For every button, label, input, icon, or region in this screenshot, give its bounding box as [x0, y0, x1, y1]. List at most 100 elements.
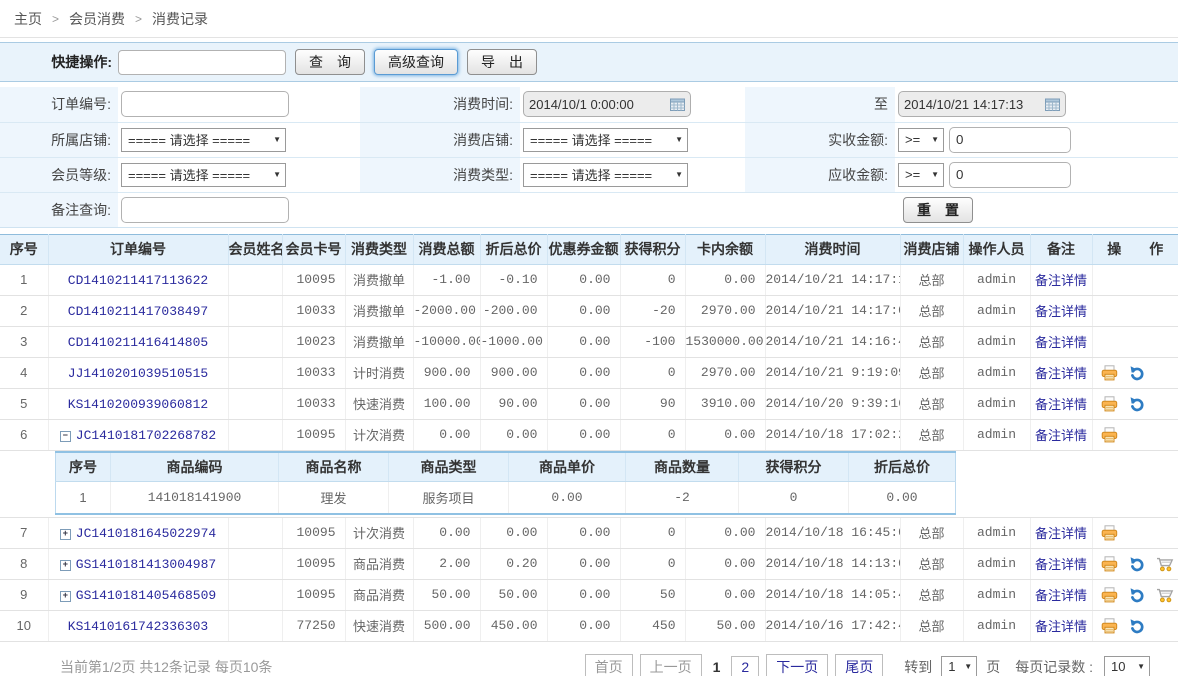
col-header-balance: 卡内余额 [685, 234, 765, 264]
remark-detail-link[interactable]: 备注详情 [1035, 428, 1087, 443]
member-level-select[interactable]: ===== 请选择 =====▼ [121, 163, 286, 187]
cell-total: 0.00 [413, 419, 480, 450]
cell-coupon: 0.00 [547, 419, 620, 450]
chevron-down-icon: ▼ [675, 170, 683, 179]
remark-detail-link[interactable]: 备注详情 [1035, 335, 1087, 350]
breadcrumb-member-consume[interactable]: 会员消费 [69, 9, 125, 29]
paid-amount-op-select[interactable]: >=▼ [898, 128, 944, 152]
expand-row-toggle[interactable]: + [60, 529, 71, 540]
consume-type-select[interactable]: ===== 请选择 =====▼ [523, 163, 688, 187]
cart-icon[interactable] [1156, 587, 1174, 603]
cell-points: 0 [620, 548, 685, 579]
calendar-icon[interactable] [670, 98, 685, 111]
order-no-link[interactable]: KS1410161742336303 [68, 619, 208, 634]
print-icon[interactable] [1101, 396, 1118, 412]
cell-time: 2014/10/18 14:05:46 [765, 579, 900, 610]
receivable-amount-input[interactable] [949, 162, 1071, 188]
print-icon[interactable] [1101, 618, 1118, 634]
table-row: 4JJ141020103951051510033计时消费900.00900.00… [0, 357, 1178, 388]
print-icon[interactable] [1101, 365, 1118, 381]
perpage-select[interactable]: 10▼ [1104, 656, 1150, 676]
subtable-cell-7: 0.00 [849, 482, 956, 514]
cell-points: 0 [620, 357, 685, 388]
consume-time-from-field[interactable]: 2014/10/1 0:00:00 [523, 91, 691, 117]
cell-time: 2014/10/21 14:16:41 [765, 326, 900, 357]
cell-member_name [228, 326, 282, 357]
refresh-icon[interactable] [1129, 587, 1145, 603]
goto-page-select[interactable]: 1▼ [941, 656, 977, 676]
cell-seq: 2 [0, 295, 48, 326]
cell-store: 总部 [900, 326, 963, 357]
cell-operator: admin [963, 264, 1030, 295]
cell-ops [1092, 357, 1178, 388]
page-button-尾页[interactable]: 尾页 [835, 654, 883, 676]
remark-detail-link[interactable]: 备注详情 [1035, 557, 1087, 572]
cell-balance: 3910.00 [685, 388, 765, 419]
print-icon[interactable] [1101, 556, 1118, 572]
consume-store-select[interactable]: ===== 请选择 =====▼ [523, 128, 688, 152]
order-no-link[interactable]: CD1410211416414805 [68, 335, 208, 350]
expand-row-toggle[interactable]: + [60, 560, 71, 571]
refresh-icon[interactable] [1129, 365, 1145, 381]
cell-time: 2014/10/18 14:13:00 [765, 548, 900, 579]
cell-total: -1.00 [413, 264, 480, 295]
cell-ops [1092, 548, 1178, 579]
quick-search-input[interactable] [118, 50, 286, 75]
print-icon[interactable] [1101, 427, 1118, 443]
col-header-ops: 操 作 [1092, 234, 1178, 264]
page-button-首页[interactable]: 首页 [585, 654, 633, 676]
col-header-remark: 备注 [1030, 234, 1092, 264]
order-no-link[interactable]: JJ1410201039510515 [68, 366, 208, 381]
consume-time-to-label: 至 [745, 87, 895, 122]
print-icon[interactable] [1101, 587, 1118, 603]
print-icon[interactable] [1101, 525, 1118, 541]
consume-time-to-field[interactable]: 2014/10/21 14:17:13 [898, 91, 1066, 117]
order-no-link[interactable]: GS1410181413004987 [76, 557, 216, 572]
page-button-2[interactable]: 2 [731, 656, 759, 676]
cell-card_no: 10095 [282, 579, 345, 610]
cart-icon[interactable] [1156, 556, 1174, 572]
remark-detail-link[interactable]: 备注详情 [1035, 397, 1087, 412]
collapse-row-toggle[interactable]: − [60, 431, 71, 442]
reset-button[interactable]: 重 置 [903, 197, 973, 223]
page-button-上一页[interactable]: 上一页 [640, 654, 702, 676]
chevron-down-icon: ▼ [964, 662, 972, 671]
query-button[interactable]: 查 询 [295, 49, 365, 75]
cell-remark: 备注详情 [1030, 419, 1092, 450]
cell-member_name [228, 388, 282, 419]
remark-detail-link[interactable]: 备注详情 [1035, 619, 1087, 634]
cell-remark: 备注详情 [1030, 264, 1092, 295]
refresh-icon[interactable] [1129, 556, 1145, 572]
cell-points: 0 [620, 419, 685, 450]
remark-detail-link[interactable]: 备注详情 [1035, 588, 1087, 603]
remark-detail-link[interactable]: 备注详情 [1035, 273, 1087, 288]
order-no-link[interactable]: JC1410181702268782 [76, 428, 216, 443]
breadcrumb-home[interactable]: 主页 [14, 9, 42, 29]
remark-query-input[interactable] [121, 197, 289, 223]
order-no-link[interactable]: CD1410211417038497 [68, 304, 208, 319]
cell-time: 2014/10/18 16:45:02 [765, 517, 900, 548]
order-no-label: 订单编号: [0, 87, 118, 122]
remark-detail-link[interactable]: 备注详情 [1035, 366, 1087, 381]
expand-row-toggle[interactable]: + [60, 591, 71, 602]
calendar-icon[interactable] [1045, 98, 1060, 111]
advanced-query-button[interactable]: 高级查询 [374, 49, 458, 75]
page-button-下一页[interactable]: 下一页 [766, 654, 828, 676]
paid-amount-input[interactable] [949, 127, 1071, 153]
remark-detail-link[interactable]: 备注详情 [1035, 304, 1087, 319]
cell-order_no: KS1410161742336303 [48, 610, 228, 641]
order-no-input[interactable] [121, 91, 289, 117]
order-no-link[interactable]: JC1410181645022974 [76, 526, 216, 541]
subtable-cell-4: 0.00 [509, 482, 626, 514]
cell-type: 计次消费 [345, 517, 413, 548]
export-button[interactable]: 导 出 [467, 49, 537, 75]
own-store-select[interactable]: ===== 请选择 =====▼ [121, 128, 286, 152]
refresh-icon[interactable] [1129, 396, 1145, 412]
cell-remark: 备注详情 [1030, 548, 1092, 579]
order-no-link[interactable]: KS1410200939060812 [68, 397, 208, 412]
remark-detail-link[interactable]: 备注详情 [1035, 526, 1087, 541]
order-no-link[interactable]: CD1410211417113622 [68, 273, 208, 288]
order-no-link[interactable]: GS1410181405468509 [76, 588, 216, 603]
refresh-icon[interactable] [1129, 618, 1145, 634]
receivable-amount-op-select[interactable]: >=▼ [898, 163, 944, 187]
